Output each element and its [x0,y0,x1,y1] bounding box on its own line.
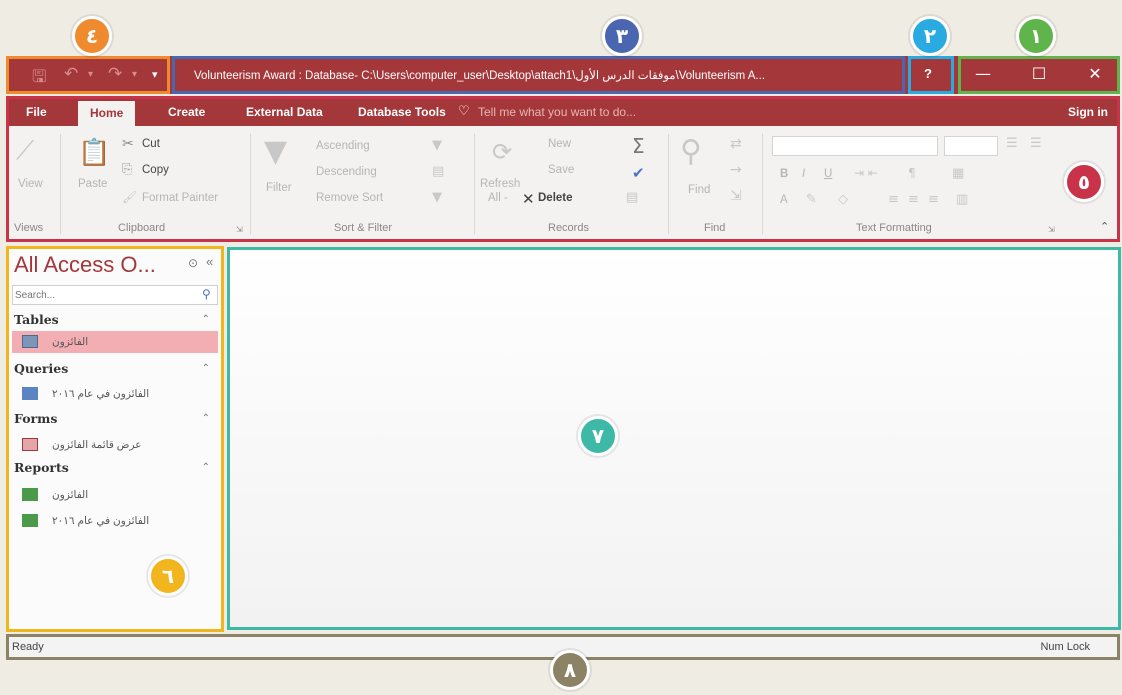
annotation-number-6: ٦ [148,556,188,596]
help-highlight [908,56,954,94]
annotation-number-4: ٤ [72,16,112,56]
annotation-number-8: ٨ [550,650,590,690]
annotation-number-5: ٥ [1064,162,1104,202]
annotation-number-3: ٣ [602,16,642,56]
title-highlight [172,56,905,94]
nav-pane-highlight [6,246,224,632]
work-area-highlight [227,247,1121,630]
annotation-number-1: ١ [1016,16,1056,56]
ribbon-highlight [6,96,1120,242]
annotation-number-2: ٢ [910,16,950,56]
annotation-number-7: ٧ [578,416,618,456]
quick-access-highlight [6,56,170,94]
window-controls-highlight [958,56,1120,94]
